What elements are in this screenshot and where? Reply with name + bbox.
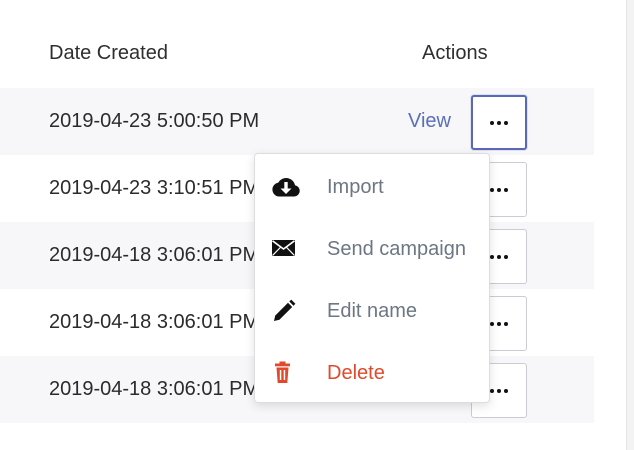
row-date: 2019-04-18 3:06:01 PM	[49, 378, 260, 400]
menu-item-import[interactable]: Import	[255, 156, 489, 218]
pencil-icon	[271, 298, 299, 324]
ellipsis-icon	[490, 254, 508, 259]
menu-item-label: Import	[327, 176, 384, 198]
header-actions: Actions	[422, 42, 488, 64]
view-link[interactable]: View	[408, 110, 451, 133]
row-date: 2019-04-23 3:10:51 PM	[49, 177, 260, 199]
row-date: 2019-04-18 3:06:01 PM	[49, 244, 260, 266]
vertical-scrollbar[interactable]	[626, 0, 634, 450]
trash-icon	[271, 360, 299, 386]
ellipsis-icon	[490, 321, 508, 326]
ellipsis-icon	[490, 388, 508, 393]
envelope-icon	[271, 236, 299, 262]
menu-item-label: Delete	[327, 362, 385, 384]
actions-dropdown-menu: Import Send campaign Edit name Delete	[254, 153, 490, 403]
header-date-created: Date Created	[49, 42, 168, 64]
row-date: 2019-04-18 3:06:01 PM	[49, 311, 260, 333]
table-header: Date Created Actions	[0, 22, 594, 89]
row-date: 2019-04-23 5:00:50 PM	[49, 110, 260, 132]
ellipsis-icon	[490, 120, 508, 125]
menu-item-edit-name[interactable]: Edit name	[255, 280, 489, 342]
menu-item-label: Send campaign	[327, 238, 466, 260]
menu-item-label: Edit name	[327, 300, 418, 322]
menu-item-send-campaign[interactable]: Send campaign	[255, 218, 489, 280]
table-row: 2019-04-23 5:00:50 PM View	[0, 88, 594, 155]
ellipsis-icon	[490, 187, 508, 192]
cloud-download-icon	[271, 174, 300, 200]
menu-item-delete[interactable]: Delete	[255, 342, 489, 404]
more-actions-button[interactable]	[471, 95, 527, 150]
